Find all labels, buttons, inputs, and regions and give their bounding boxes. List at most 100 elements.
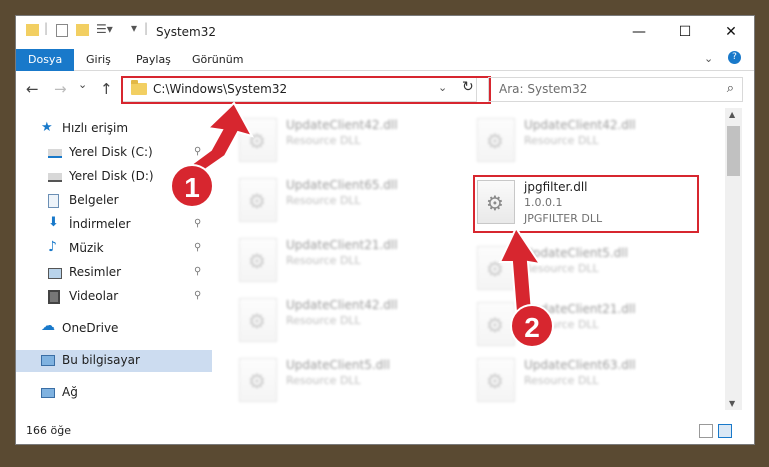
dll-file-icon (239, 298, 277, 342)
list-item[interactable]: UpdateClient65.dll Resource DLL (239, 176, 439, 226)
list-item[interactable]: UpdateClient42.dll Resource DLL (477, 116, 677, 166)
star-icon: ★ (41, 120, 53, 135)
tab-view[interactable]: Görünüm (180, 49, 255, 71)
cloud-icon: ☁ (41, 318, 55, 334)
file-name: UpdateClient21.dll (286, 238, 398, 252)
sidebar-item-local-disk-c[interactable]: Yerel Disk (C:) ⚲ (16, 142, 212, 164)
list-item[interactable]: UpdateClient42.dll Resource DLL (239, 116, 439, 166)
file-type: Resource DLL (524, 262, 599, 275)
status-bar: 166 öğe (16, 420, 754, 444)
tab-home[interactable]: Giriş (74, 49, 123, 71)
file-list: UpdateClient42.dll Resource DLL UpdateCl… (213, 108, 725, 410)
dll-file-icon (477, 118, 515, 162)
sidebar-item-quick-access[interactable]: ★ Hızlı erişim (16, 118, 212, 140)
vertical-scrollbar[interactable]: ▲ ▼ (725, 108, 742, 410)
list-item[interactable]: UpdateClient63.dll Resource DLL (477, 356, 677, 406)
network-icon (41, 388, 55, 398)
help-icon[interactable]: ? (728, 51, 741, 64)
sidebar-item-label: Ağ (62, 385, 78, 399)
scroll-down-icon[interactable]: ▼ (729, 399, 735, 408)
sidebar-item-label: Yerel Disk (D:) (69, 169, 154, 183)
folder-icon (26, 24, 39, 36)
sidebar-item-this-pc[interactable]: Bu bilgisayar (16, 350, 212, 372)
file-type: Resource DLL (286, 254, 361, 267)
sidebar-item-label: Videolar (69, 289, 119, 303)
documents-icon (48, 194, 59, 208)
navigation-pane: ★ Hızlı erişim Yerel Disk (C:) ⚲ Yerel D… (16, 108, 212, 410)
dll-file-icon (239, 178, 277, 222)
minimize-button[interactable]: — (616, 16, 662, 48)
separator: | (144, 21, 149, 35)
maximize-button[interactable]: ☐ (662, 16, 708, 48)
file-type: Resource DLL (524, 374, 599, 387)
file-type: Resource DLL (286, 314, 361, 327)
address-highlight-box (121, 76, 491, 104)
ribbon-expand-icon[interactable]: ⌄ (704, 52, 713, 65)
sidebar-item-label: Hızlı erişim (62, 121, 129, 135)
sidebar-item-music[interactable]: ♪ Müzik ⚲ (16, 238, 212, 260)
item-count: 166 öğe (26, 424, 71, 437)
sidebar-item-label: OneDrive (62, 321, 119, 335)
search-icon[interactable]: ⌕ (727, 81, 734, 96)
quick-access-dropdown-icon[interactable]: ▾ (131, 21, 137, 35)
sidebar-item-label: Resimler (69, 265, 122, 279)
pin-icon[interactable]: ⚲ (194, 218, 201, 229)
file-type: Resource DLL (286, 374, 361, 387)
step-1-badge: 1 (170, 164, 214, 208)
file-name: UpdateClient5.dll (286, 358, 390, 372)
file-name: UpdateClient42.dll (286, 298, 398, 312)
properties-icon[interactable] (56, 24, 68, 37)
search-input[interactable]: Ara: System32 (499, 82, 587, 96)
close-button[interactable]: ✕ (708, 16, 754, 48)
customize-toolbar-icon[interactable]: ☰▾ (96, 22, 113, 36)
dll-file-icon (239, 118, 277, 162)
list-item[interactable]: UpdateClient21.dll Resource DLL (477, 300, 677, 350)
list-item[interactable]: UpdateClient5.dll Resource DLL (477, 244, 677, 294)
scroll-up-icon[interactable]: ▲ (729, 110, 735, 119)
large-icons-view-icon[interactable] (718, 424, 732, 438)
computer-icon (41, 355, 55, 366)
pin-icon[interactable]: ⚲ (194, 290, 201, 301)
list-item[interactable]: UpdateClient21.dll Resource DLL (239, 236, 439, 286)
music-icon: ♪ (48, 239, 57, 255)
sidebar-item-pictures[interactable]: Resimler ⚲ (16, 262, 212, 284)
file-type: Resource DLL (286, 134, 361, 147)
dll-file-icon (477, 246, 515, 290)
window-title: System32 (156, 25, 217, 39)
recent-locations-button[interactable]: ⌄ (78, 78, 87, 91)
list-item[interactable]: UpdateClient42.dll Resource DLL (239, 296, 439, 346)
dll-file-icon (239, 358, 277, 402)
dll-file-icon (477, 358, 515, 402)
file-name: UpdateClient65.dll (286, 178, 398, 192)
pin-icon[interactable]: ⚲ (194, 266, 201, 277)
sidebar-item-videos[interactable]: Videolar ⚲ (16, 286, 212, 308)
new-folder-icon[interactable] (76, 24, 89, 36)
sidebar-item-downloads[interactable]: ⬇ İndirmeler ⚲ (16, 214, 212, 236)
sidebar-item-label: Müzik (69, 241, 104, 255)
ribbon-tabs: Dosya Giriş Paylaş Görünüm ⌄ ? (16, 49, 754, 71)
navigation-bar: ← → ⌄ ↑ C:\Windows\System32 ⌄ ↻ Ara: Sys… (16, 72, 754, 106)
tab-share[interactable]: Paylaş (124, 49, 183, 71)
tab-file[interactable]: Dosya (16, 49, 75, 71)
sidebar-item-label: Bu bilgisayar (62, 353, 140, 367)
drive-icon (48, 173, 62, 182)
sidebar-item-label: İndirmeler (69, 217, 131, 231)
back-button[interactable]: ← (26, 80, 39, 98)
pin-icon[interactable]: ⚲ (194, 242, 201, 253)
file-name: UpdateClient42.dll (524, 118, 636, 132)
sidebar-item-label: Belgeler (69, 193, 119, 207)
list-item[interactable]: UpdateClient5.dll Resource DLL (239, 356, 439, 406)
file-type: Resource DLL (524, 134, 599, 147)
scrollbar-thumb[interactable] (727, 126, 740, 176)
search-box[interactable]: Ara: System32 ⌕ (488, 77, 743, 102)
details-view-icon[interactable] (699, 424, 713, 438)
pin-icon[interactable]: ⚲ (194, 146, 201, 157)
file-type: Resource DLL (286, 194, 361, 207)
sidebar-item-onedrive[interactable]: ☁ OneDrive (16, 318, 212, 340)
sidebar-item-network[interactable]: Ağ (16, 382, 212, 404)
forward-button[interactable]: → (54, 80, 67, 98)
video-icon (48, 290, 60, 304)
up-button[interactable]: ↑ (100, 80, 113, 98)
file-name: UpdateClient5.dll (524, 246, 628, 260)
dll-file-icon (239, 238, 277, 282)
